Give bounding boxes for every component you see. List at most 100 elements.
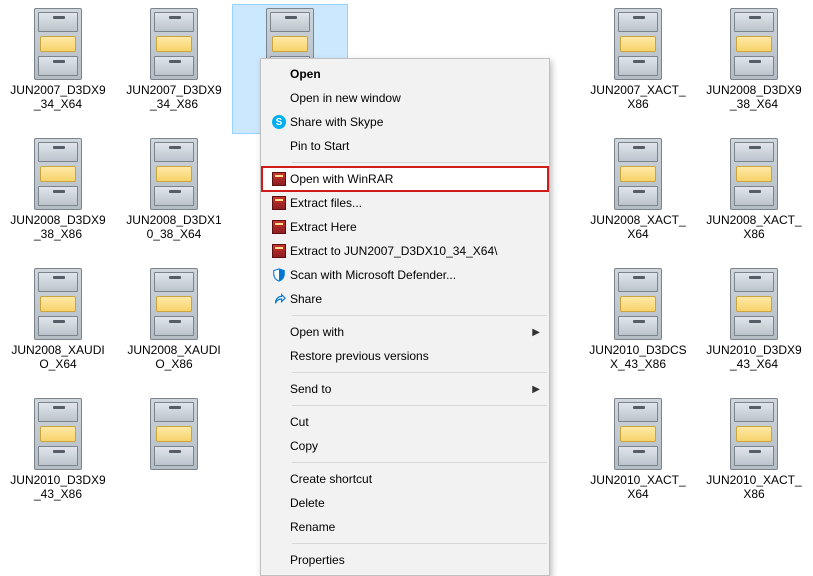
file-label: JUN2008_XACT_X64 [588,214,688,242]
menu-label: Copy [290,439,540,453]
cabinet-icon [610,268,666,340]
skype-icon: S [268,115,290,129]
menu-label: Share with Skype [290,115,540,129]
file-label: JUN2008_XAUDIO_X64 [8,344,108,372]
file-item[interactable]: JUN2007_D3DX9_34_X86 [116,4,232,134]
file-label: JUN2007_XACT_X86 [588,84,688,112]
menu-label: Open with WinRAR [290,172,540,186]
winrar-icon [268,244,290,258]
file-item[interactable]: JUN2008_D3DX9_38_X86 [0,134,116,264]
menu-label: Extract files... [290,196,540,210]
menu-label: Open in new window [290,91,540,105]
file-item[interactable]: JUN2010_D3DX9_43_X64 [696,264,812,394]
cabinet-icon [146,268,202,340]
cabinet-icon [610,8,666,80]
menu-separator [292,162,547,163]
menu-open[interactable]: Open [262,62,548,86]
cabinet-icon [146,8,202,80]
menu-label: Extract Here [290,220,540,234]
file-label: JUN2010_XACT_X64 [588,474,688,502]
menu-restore-versions[interactable]: Restore previous versions [262,344,548,368]
menu-open-new-window[interactable]: Open in new window [262,86,548,110]
file-label: JUN2010_D3DX9_43_X64 [704,344,804,372]
menu-label: Pin to Start [290,139,540,153]
file-label: JUN2008_D3DX9_38_X86 [8,214,108,242]
share-icon [268,292,290,306]
defender-icon [268,268,290,282]
menu-share-skype[interactable]: S Share with Skype [262,110,548,134]
file-label: JUN2008_D3DX10_38_X64 [124,214,224,242]
menu-extract-here[interactable]: Extract Here [262,215,548,239]
menu-cut[interactable]: Cut [262,410,548,434]
file-item[interactable]: JUN2007_XACT_X86 [580,4,696,134]
menu-label: Restore previous versions [290,349,540,363]
file-item[interactable]: JUN2008_XAUDIO_X64 [0,264,116,394]
menu-properties[interactable]: Properties [262,548,548,572]
menu-send-to[interactable]: Send to ▶ [262,377,548,401]
file-label: JUN2010_XACT_X86 [704,474,804,502]
menu-label: Create shortcut [290,472,540,486]
cabinet-icon [726,268,782,340]
cabinet-icon [610,398,666,470]
menu-share[interactable]: Share [262,287,548,311]
file-label: JUN2008_XACT_X86 [704,214,804,242]
menu-extract-files[interactable]: Extract files... [262,191,548,215]
cabinet-icon [30,398,86,470]
submenu-arrow-icon: ▶ [532,384,540,395]
menu-pin-start[interactable]: Pin to Start [262,134,548,158]
cabinet-icon [726,8,782,80]
file-item[interactable]: JUN2008_XACT_X86 [696,134,812,264]
cabinet-icon [146,398,202,470]
file-label: JUN2008_D3DX9_38_X64 [704,84,804,112]
menu-label: Delete [290,496,540,510]
winrar-icon [268,220,290,234]
cabinet-icon [726,138,782,210]
menu-defender-scan[interactable]: Scan with Microsoft Defender... [262,263,548,287]
menu-rename[interactable]: Rename [262,515,548,539]
menu-separator [292,462,547,463]
submenu-arrow-icon: ▶ [532,327,540,338]
file-item[interactable]: JUN2010_XACT_X64 [580,394,696,524]
cabinet-icon [610,138,666,210]
cabinet-icon [146,138,202,210]
menu-extract-to[interactable]: Extract to JUN2007_D3DX10_34_X64\ [262,239,548,263]
file-item[interactable]: JUN2010_D3DX9_43_X86 [0,394,116,524]
menu-label: Open with [290,325,532,339]
menu-label: Extract to JUN2007_D3DX10_34_X64\ [290,244,540,258]
file-item[interactable]: JUN2007_D3DX9_34_X64 [0,4,116,134]
cabinet-icon [30,138,86,210]
menu-copy[interactable]: Copy [262,434,548,458]
file-label: JUN2008_XAUDIO_X86 [124,344,224,372]
file-item[interactable] [116,394,232,524]
file-item[interactable]: JUN2010_XACT_X86 [696,394,812,524]
file-item[interactable]: JUN2010_D3DCSX_43_X86 [580,264,696,394]
menu-label: Share [290,292,540,306]
file-item[interactable]: JUN2008_XACT_X64 [580,134,696,264]
winrar-icon [268,196,290,210]
file-item[interactable]: JUN2008_XAUDIO_X86 [116,264,232,394]
menu-label: Cut [290,415,540,429]
file-item[interactable]: JUN2008_D3DX10_38_X64 [116,134,232,264]
menu-open-with[interactable]: Open with ▶ [262,320,548,344]
file-label: JUN2007_D3DX9_34_X64 [8,84,108,112]
menu-label: Rename [290,520,540,534]
menu-label: Properties [290,553,540,567]
file-label: JUN2010_D3DX9_43_X86 [8,474,108,502]
file-label: JUN2010_D3DCSX_43_X86 [588,344,688,372]
winrar-icon [268,172,290,186]
menu-delete[interactable]: Delete [262,491,548,515]
menu-separator [292,372,547,373]
file-item[interactable]: JUN2008_D3DX9_38_X64 [696,4,812,134]
menu-separator [292,315,547,316]
file-label: JUN2007_D3DX9_34_X86 [124,84,224,112]
menu-create-shortcut[interactable]: Create shortcut [262,467,548,491]
menu-separator [292,405,547,406]
context-menu: Open Open in new window S Share with Sky… [260,58,550,576]
menu-label: Send to [290,382,532,396]
cabinet-icon [726,398,782,470]
menu-label: Scan with Microsoft Defender... [290,268,540,282]
cabinet-icon [30,268,86,340]
cabinet-icon [30,8,86,80]
menu-open-winrar[interactable]: Open with WinRAR [262,167,548,191]
menu-label: Open [290,67,540,81]
